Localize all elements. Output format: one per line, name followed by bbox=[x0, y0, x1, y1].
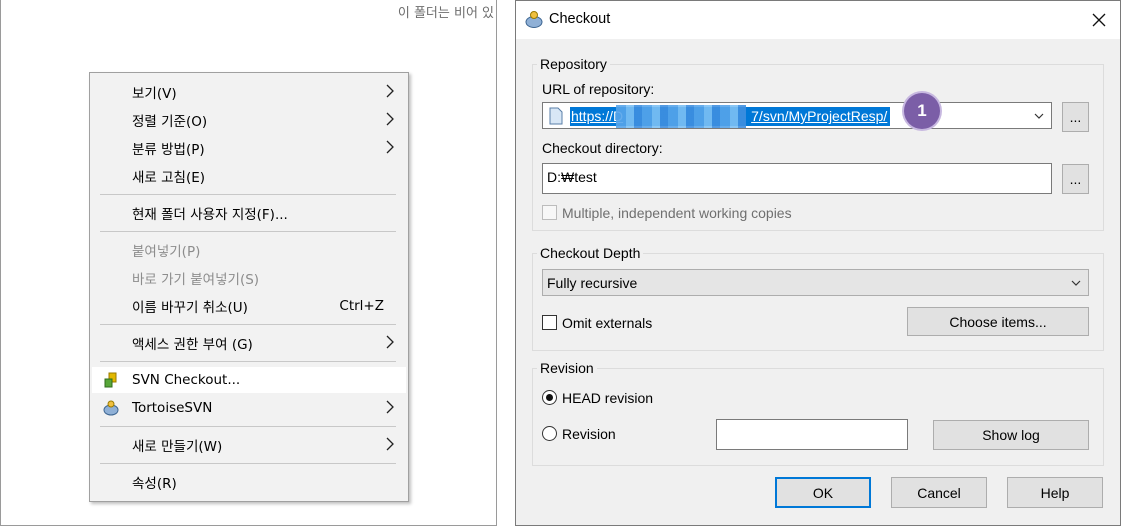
url-combobox[interactable]: https://D 7/svn/MyProjectResp/ bbox=[542, 102, 1052, 129]
close-icon[interactable] bbox=[1086, 7, 1112, 33]
menu-item-refresh[interactable]: 새로 고침(E) bbox=[92, 163, 406, 189]
help-button[interactable]: Help bbox=[1007, 477, 1103, 508]
menu-item-label: SVN Checkout... bbox=[132, 372, 241, 388]
tortoisesvn-icon bbox=[103, 400, 119, 416]
menu-item-label: 액세스 권한 부여 (G) bbox=[132, 337, 253, 353]
menu-item-label: 이름 바꾸기 취소(U) bbox=[132, 300, 248, 316]
revision-radio[interactable] bbox=[542, 426, 557, 441]
chevron-down-icon[interactable] bbox=[1033, 109, 1045, 123]
multiple-working-copies-checkbox[interactable] bbox=[542, 205, 557, 220]
chevron-right-icon bbox=[386, 84, 394, 98]
revision-input[interactable] bbox=[716, 419, 908, 450]
revision-group: Revision bbox=[532, 360, 1104, 466]
menu-separator bbox=[100, 231, 396, 232]
chevron-right-icon bbox=[386, 335, 394, 349]
menu-item-label: 정렬 기준(O) bbox=[132, 114, 208, 130]
head-revision-label: HEAD revision bbox=[562, 390, 654, 406]
redacted-host bbox=[616, 105, 746, 128]
multiple-working-copies-label: Multiple, independent working copies bbox=[562, 205, 792, 221]
menu-item-label: TortoiseSVN bbox=[132, 400, 213, 416]
group-title: Repository bbox=[537, 56, 610, 72]
menu-separator bbox=[100, 426, 396, 427]
annotation-badge: 1 bbox=[904, 93, 940, 129]
document-icon bbox=[549, 107, 563, 125]
menu-item-sort-by[interactable]: 정렬 기준(O) bbox=[92, 107, 406, 133]
menu-item-undo-rename[interactable]: 이름 바꾸기 취소(U) Ctrl+Z bbox=[92, 293, 406, 319]
menu-separator bbox=[100, 194, 396, 195]
checkout-directory-value: D:₩test bbox=[547, 169, 597, 185]
choose-items-button[interactable]: Choose items... bbox=[907, 307, 1089, 336]
checkout-directory-input[interactable]: D:₩test bbox=[542, 163, 1052, 194]
menu-item-paste: 붙여넣기(P) bbox=[92, 237, 406, 263]
checkout-directory-label: Checkout directory: bbox=[542, 140, 663, 156]
checkout-dialog: Checkout Repository URL of repository: h… bbox=[515, 0, 1121, 526]
tortoisesvn-icon bbox=[525, 11, 543, 28]
url-label: URL of repository: bbox=[542, 81, 655, 97]
menu-item-new[interactable]: 새로 만들기(W) bbox=[92, 432, 406, 458]
chevron-right-icon bbox=[386, 112, 394, 126]
menu-item-label: 분류 방법(P) bbox=[132, 142, 205, 158]
menu-item-customize-folder[interactable]: 현재 폴더 사용자 지정(F)... bbox=[92, 200, 406, 226]
menu-separator bbox=[100, 463, 396, 464]
menu-item-label: 보기(V) bbox=[132, 86, 177, 102]
directory-browse-button[interactable]: ... bbox=[1062, 164, 1089, 194]
menu-item-label: 새로 고침(E) bbox=[132, 170, 206, 186]
menu-item-paste-shortcut: 바로 가기 붙여넣기(S) bbox=[92, 265, 406, 291]
menu-item-view[interactable]: 보기(V) bbox=[92, 79, 406, 105]
url-browse-button[interactable]: ... bbox=[1062, 102, 1089, 132]
revision-label: Revision bbox=[562, 426, 616, 442]
context-menu: 보기(V) 정렬 기준(O) 분류 방법(P) 새로 고침(E) 현재 폴더 사… bbox=[89, 72, 409, 502]
menu-item-label: 붙여넣기(P) bbox=[132, 244, 201, 260]
menu-item-label: 현재 폴더 사용자 지정(F)... bbox=[132, 207, 288, 223]
cancel-button[interactable]: Cancel bbox=[891, 477, 987, 508]
group-title: Revision bbox=[537, 360, 597, 376]
title-bar[interactable]: Checkout bbox=[516, 1, 1120, 39]
head-revision-radio[interactable] bbox=[542, 390, 557, 405]
menu-item-svn-checkout[interactable]: SVN Checkout... bbox=[92, 367, 406, 393]
depth-selected-value: Fully recursive bbox=[547, 275, 638, 291]
menu-item-tortoisesvn[interactable]: TortoiseSVN bbox=[92, 395, 406, 421]
menu-item-give-access[interactable]: 액세스 권한 부여 (G) bbox=[92, 330, 406, 356]
chevron-right-icon bbox=[386, 437, 394, 451]
chevron-right-icon bbox=[386, 140, 394, 154]
menu-item-label: 바로 가기 붙여넣기(S) bbox=[132, 272, 260, 288]
menu-item-label: 새로 만들기(W) bbox=[132, 439, 223, 455]
omit-externals-label: Omit externals bbox=[562, 315, 653, 331]
ok-button[interactable]: OK bbox=[775, 477, 871, 508]
group-title: Checkout Depth bbox=[537, 245, 644, 261]
depth-select[interactable]: Fully recursive bbox=[542, 269, 1089, 296]
menu-item-label: 속성(R) bbox=[132, 476, 177, 492]
omit-externals-checkbox[interactable] bbox=[542, 315, 557, 330]
menu-item-shortcut: Ctrl+Z bbox=[339, 298, 384, 314]
menu-separator bbox=[100, 324, 396, 325]
menu-item-properties[interactable]: 속성(R) bbox=[92, 469, 406, 495]
dialog-title: Checkout bbox=[549, 11, 611, 27]
explorer-pane[interactable]: 이 폴더는 비어 있 보기(V) 정렬 기준(O) 분류 방법(P) 새로 고침… bbox=[0, 0, 497, 526]
checkout-depth-group: Checkout Depth bbox=[532, 245, 1104, 351]
empty-folder-message: 이 폴더는 비어 있 bbox=[397, 6, 494, 21]
menu-item-group-by[interactable]: 분류 방법(P) bbox=[92, 135, 406, 161]
chevron-right-icon bbox=[386, 400, 394, 414]
menu-separator bbox=[100, 361, 396, 362]
show-log-button[interactable]: Show log bbox=[933, 420, 1089, 450]
chevron-down-icon bbox=[1071, 280, 1081, 286]
svn-checkout-icon bbox=[104, 372, 117, 388]
